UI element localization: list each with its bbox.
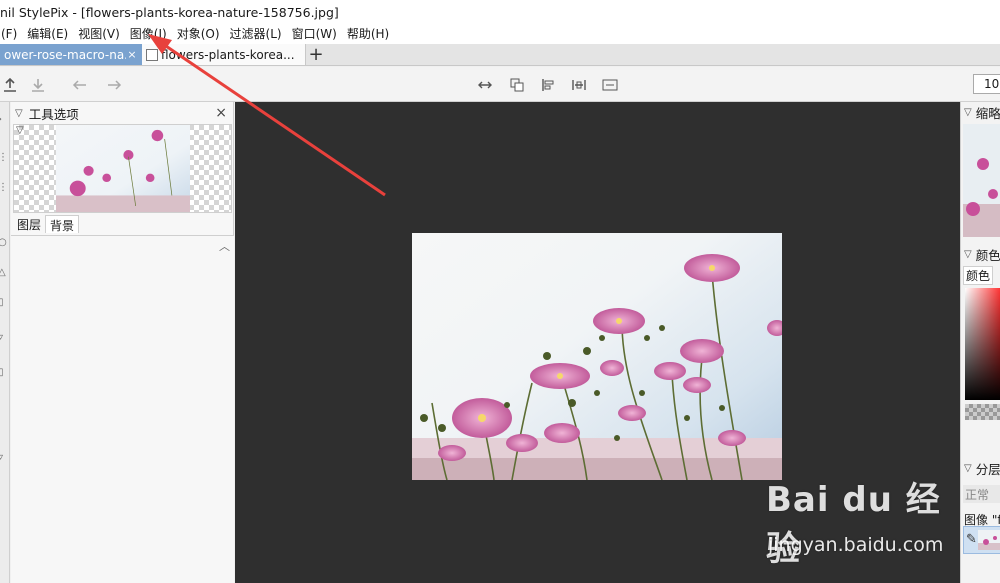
arrange-icon[interactable] [507,75,527,95]
tool-icon[interactable]: ○ [0,237,7,248]
tool-icon[interactable]: › [0,114,2,125]
menu-object[interactable]: 对象(O) [172,24,225,45]
tab-label: flowers-plants-korea... [161,47,295,62]
color-tab[interactable]: 颜色 [963,266,994,285]
layers-panel-title: 分层 [975,461,1000,477]
window-title: nil StylePix - [flowers-plants-korea-nat… [0,5,339,20]
thumbnail-panel-title: 缩略图 [975,105,1000,121]
redo-icon[interactable] [104,75,124,95]
tool-options-panel: ▽ 工具选项 × ▽ 图层 背景 ︿ [11,102,234,583]
brush-icon: ✎ [966,532,977,547]
alpha-slider[interactable] [965,404,1000,420]
flip-horizontal-icon[interactable] [475,75,495,95]
menu-view[interactable]: 视图(V) [73,24,125,45]
align-icon[interactable] [538,75,558,95]
document-tab-bar: ower-rose-macro-na... × flowers-plants-k… [0,44,1000,66]
tab-flowers-plants-korea[interactable]: flowers-plants-korea... [142,44,306,65]
tool-icon[interactable]: △ [0,267,6,278]
color-panel-header[interactable]: ▽ 颜色 [961,244,1000,264]
zoom-input[interactable]: 100 [973,74,1000,94]
download-icon[interactable] [28,75,48,95]
tool-icon[interactable]: ⋮ [0,182,8,193]
menu-help[interactable]: 帮助(H) [342,24,394,45]
tool-options-title: 工具选项 [28,106,79,122]
tool-icon[interactable]: ▯ [0,297,4,308]
layer-thumbnail [978,530,1000,550]
tab-layers[interactable]: 图层 [13,215,45,233]
navigator-thumbnail [963,124,1000,237]
layer-subtabs: 图层 背景 [13,215,232,233]
menu-filter[interactable]: 过滤器(L) [225,24,287,45]
thumbnail-panel-header[interactable]: ▽ 缩略图 [961,102,1000,122]
chevron-down-icon[interactable]: ▽ [964,107,972,118]
tool-icon[interactable]: ▿ [0,452,3,463]
tool-options-body: ︿ [11,235,234,583]
tool-options-header: ▽ 工具选项 × [11,102,233,124]
zoom-value: 100 [984,77,1000,91]
image-canvas[interactable] [235,102,960,583]
layers-panel-header[interactable]: ▽ 分层 [961,458,1000,478]
upload-icon[interactable] [0,75,20,95]
chevron-down-icon[interactable]: ▽ [964,463,972,474]
main-toolbar: 100 [0,67,1000,102]
tool-icon[interactable]: ▿ [0,332,3,343]
undo-icon[interactable] [70,75,90,95]
layer-row[interactable]: ✎ [963,526,1000,554]
color-panel-title: 颜色 [975,247,1000,263]
menu-image[interactable]: 图像(I) [125,24,172,45]
menu-bar: (F) 编辑(E) 视图(V) 图像(I) 对象(O) 过滤器(L) 窗口(W)… [0,24,1000,45]
image-file-icon [146,48,158,61]
tab-label: ower-rose-macro-na... [4,47,126,62]
tab-rose-macro[interactable]: ower-rose-macro-na... × [0,44,142,65]
flower-photo [412,233,782,480]
distribute-icon[interactable] [569,75,589,95]
layer-thumbnail [56,125,190,212]
tool-strip: › ⋮ ⋮ ○ △ ▯ ▿ ▯ ▿ [0,102,10,583]
right-dock: ▽ 缩略图 ▽ 颜色 颜色 ▽ 分层 正常 图像 "fl ✎ [960,102,1000,583]
tab-close-icon[interactable]: × [126,48,138,61]
window-title-bar: nil StylePix - [flowers-plants-korea-nat… [0,0,1000,24]
resize-canvas-icon[interactable] [600,75,620,95]
tool-icon[interactable]: ▯ [0,367,4,378]
collapse-icon[interactable]: ▽ [16,125,24,136]
tab-background[interactable]: 背景 [45,215,80,233]
close-icon[interactable]: × [215,105,227,121]
menu-edit[interactable]: 编辑(E) [22,24,73,45]
chevron-down-icon[interactable]: ▽ [964,249,972,260]
chevron-down-icon[interactable]: ▽ [15,108,23,119]
tool-icon[interactable]: ⋮ [0,152,8,163]
add-tab-button[interactable]: + [306,44,326,65]
color-picker-field[interactable] [965,288,1000,400]
layer-thumbnail-area: ▽ [13,124,232,213]
chevron-up-icon[interactable]: ︿ [219,238,230,254]
blend-mode-select[interactable]: 正常 [963,485,1000,503]
menu-window[interactable]: 窗口(W) [287,24,342,45]
menu-file[interactable]: (F) [0,24,22,45]
